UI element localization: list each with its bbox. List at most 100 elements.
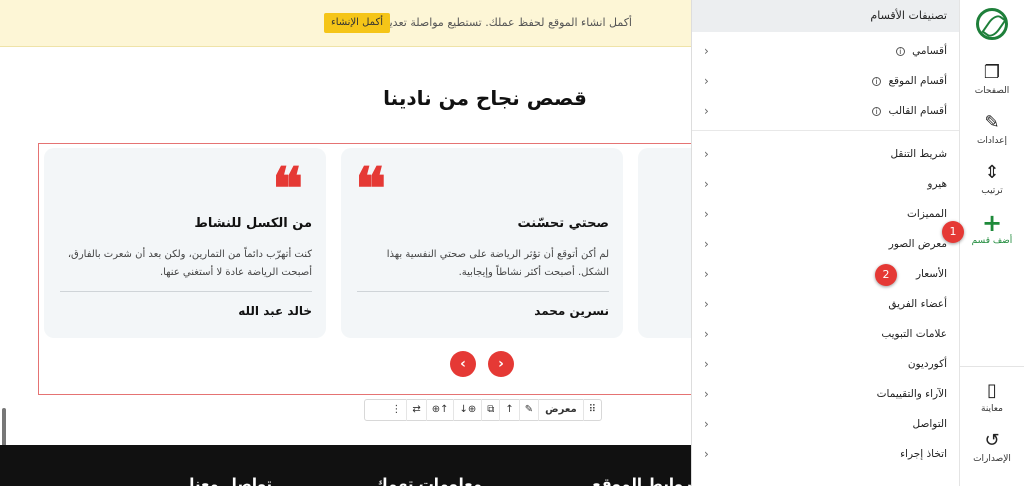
chevron-left-icon: ‹ [704,177,709,191]
carousel-prev-button[interactable]: ‹ [450,351,476,377]
duplicate-icon[interactable]: ⧉ [481,399,499,421]
category-contact[interactable]: التواصل ‹ [692,409,959,439]
category-call-to-action[interactable]: اتخاذ إجراء ‹ [692,439,959,469]
category-site-sections[interactable]: أقسام الموقع i ‹ [692,66,959,96]
chevron-left-icon: ‹ [704,44,709,58]
category-tabs[interactable]: علامات التبويب ‹ [692,319,959,349]
category-label: اتخاذ إجراء [900,448,947,460]
chevron-left-icon: ‹ [704,297,709,311]
category-label: معرض الصور [888,238,947,250]
section-title[interactable]: قصص نجاح من نادينا [370,86,600,110]
footer-heading: معلومات تهمك [373,475,482,486]
category-testimonials[interactable]: الآراء والتقييمات ‹ [692,379,959,409]
add-section-button[interactable]: + أضف قسم [960,209,1024,246]
pages-button[interactable]: ❐ الصفحات [960,62,1024,96]
site-preview: أكمل انشاء الموقع لحفظ عملك. تستطيع مواص… [0,0,692,486]
footer-section[interactable]: روابط الموقع معلومات تهمك تواصل معنا [0,445,692,486]
info-icon[interactable]: i [872,76,882,86]
chevron-left-icon: ‹ [704,387,709,401]
category-template-sections[interactable]: أقسام القالب i ‹ [692,96,959,126]
chevron-left-icon: ‹ [704,267,709,281]
category-label: الآراء والتقييمات [876,388,947,400]
category-navbar[interactable]: شريط التنقل ‹ [692,139,959,169]
category-gallery[interactable]: معرض الصور ‹ [692,229,959,259]
card-body-line: الشكل. أصبحت أكثر نشاطاً وإيجابية. [458,267,609,278]
move-up-icon[interactable]: ↑ [499,399,518,421]
plus-icon: + [981,209,1003,237]
card-body-line: كنت أتهرّب دائماً من التمارين، ولكن بعد … [67,249,312,260]
custom-sections-group: أقسامي i ‹ أقسام الموقع i ‹ أقسام القالب… [692,32,959,131]
quote-icon: ❝ [272,155,304,223]
add-above-icon[interactable]: ⊕↑ [425,399,454,421]
versions-button[interactable]: ↺ الإصدارات [960,430,1024,464]
drag-handle-icon[interactable]: ⠿ [582,399,601,421]
chevron-left-icon: ‹ [704,207,709,221]
category-features[interactable]: المميزات ‹ [692,199,959,229]
history-icon: ↺ [984,430,1000,451]
category-label: التواصل [912,418,948,430]
category-label: أقسام القالب [888,105,947,117]
chevron-left-icon: ‹ [704,104,709,118]
card-title: صحتي تحسّنت [517,216,609,231]
complete-creation-button[interactable]: أكمل الإنشاء [324,13,391,33]
pages-label: الصفحات [974,86,1010,96]
chevron-left-icon: ‹ [704,447,709,461]
info-icon[interactable]: i [895,46,905,56]
chevron-left-icon: ‹ [704,357,709,371]
notice-bar: أكمل انشاء الموقع لحفظ عملك. تستطيع مواص… [0,0,691,47]
category-team[interactable]: أعضاء الفريق ‹ [692,289,959,319]
testimonial-card[interactable]: ❝ صحتي تحسّنت لم أكن أتوقع أن تؤثر الريا… [341,148,623,338]
order-label: ترتيب [981,186,1003,196]
category-label: أقسامي [912,45,947,57]
footer-heading: روابط الموقع [591,475,692,486]
category-accordion[interactable]: أكورديون ‹ [692,349,959,379]
category-hero[interactable]: هيرو ‹ [692,169,959,199]
chevron-left-icon: ‹ [704,147,709,161]
category-pricing[interactable]: الأسعار ‹ [692,259,959,289]
settings-button[interactable]: ✎ إعدادات [960,112,1024,146]
pencil-icon: ✎ [984,112,1000,133]
sort-icon: ⇕ [984,162,1000,183]
step-badge: 1 [942,221,964,243]
edit-icon[interactable]: ✎ [518,399,538,421]
chevron-left-icon: ‹ [704,237,709,251]
mobile-icon: ▯ [987,380,997,401]
quote-icon: ❝ [355,155,387,223]
testimonial-card[interactable]: ❝ من الكسل للنشاط كنت أتهرّب دائماً من ا… [44,148,326,338]
category-my-sections[interactable]: أقسامي i ‹ [692,36,959,66]
panel-header: تصنيفات الأقسام [692,0,959,32]
add-below-icon[interactable]: ↓⊕ [453,399,481,421]
section-type-label: معرض [538,399,583,421]
logo-icon[interactable] [976,8,1008,40]
category-label: أقسام الموقع [888,75,947,87]
versions-label: الإصدارات [973,454,1011,464]
card-body-line: لم أكن أتوقع أن تؤثر الرياضة على صحتي ال… [386,249,609,260]
preview-label: معاينة [981,404,1003,414]
preview-button[interactable]: ▯ معاينة [960,380,1024,414]
card-body-line: أصبحت الرياضة عادة لا أستغني عنها. [159,267,312,278]
step-badge: 2 [875,264,897,286]
card-author: نسرين محمد [534,304,609,318]
pages-icon: ❐ [983,62,1001,83]
category-label: الأسعار [915,268,947,280]
testimonial-card[interactable] [638,148,691,338]
info-icon[interactable]: i [872,106,882,116]
rail-divider [960,366,1024,367]
category-label: شريط التنقل [890,148,947,160]
swap-icon[interactable]: ⇄ [406,399,425,421]
category-label: علامات التبويب [881,328,947,340]
category-label: هيرو [927,178,947,190]
card-title: من الكسل للنشاط [194,216,312,231]
category-label: المميزات [906,208,947,220]
more-options-icon[interactable]: ⋮ [386,399,406,421]
order-button[interactable]: ⇕ ترتيب [960,162,1024,196]
card-body: كنت أتهرّب دائماً من التمارين، ولكن بعد … [68,246,312,282]
chevron-left-icon: ‹ [704,327,709,341]
category-label: أعضاء الفريق [888,298,947,310]
sections-panel: تصنيفات الأقسام أقسامي i ‹ أقسام الموقع … [692,0,960,486]
carousel-next-button[interactable]: › [488,351,514,377]
card-body: لم أكن أتوقع أن تؤثر الرياضة على صحتي ال… [387,246,609,282]
settings-label: إعدادات [976,136,1008,146]
editor-sidebar: ❐ الصفحات ✎ إعدادات ⇕ ترتيب + أضف قسم ▯ … [960,0,1024,486]
chevron-left-icon: ‹ [704,417,709,431]
